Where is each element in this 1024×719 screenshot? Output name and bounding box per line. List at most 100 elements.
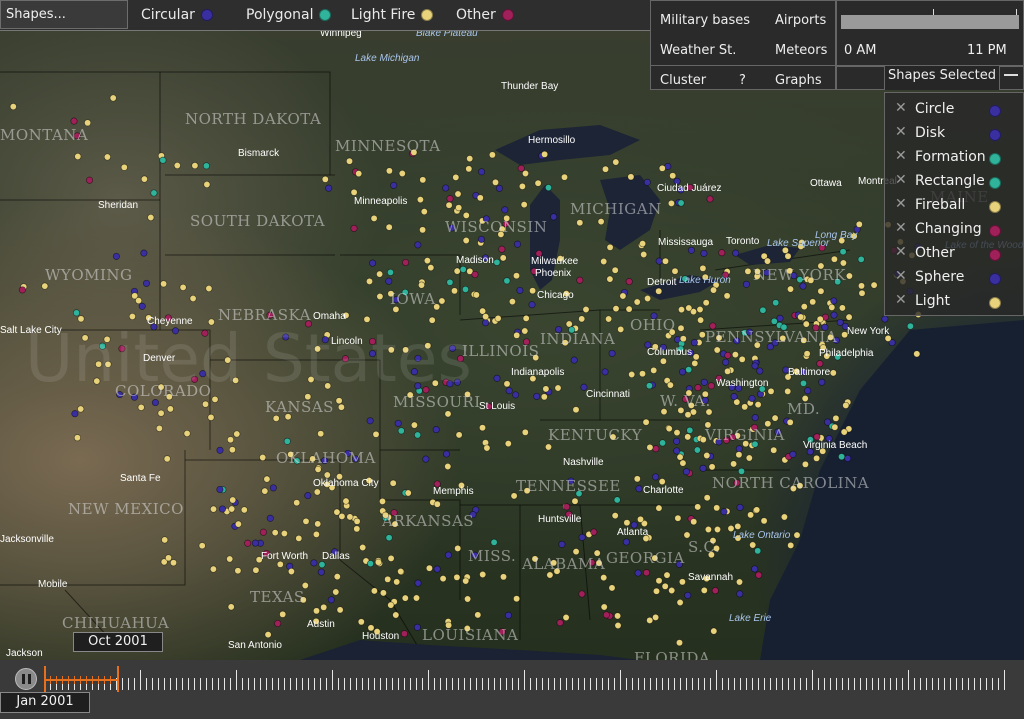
- sighting-marker[interactable]: [128, 312, 136, 321]
- sighting-marker[interactable]: [735, 451, 743, 459]
- sighting-marker[interactable]: [842, 401, 850, 409]
- sighting-marker[interactable]: [668, 586, 676, 595]
- sighting-marker[interactable]: [541, 150, 549, 158]
- sighting-marker[interactable]: [218, 505, 227, 513]
- sighting-marker[interactable]: [601, 368, 609, 376]
- sighting-marker[interactable]: [830, 255, 838, 263]
- sighting-marker[interactable]: [444, 410, 452, 418]
- sighting-marker[interactable]: [687, 349, 695, 357]
- sighting-marker[interactable]: [806, 448, 814, 456]
- remove-icon[interactable]: ✕: [895, 196, 907, 212]
- sighting-marker[interactable]: [337, 403, 345, 411]
- sighting-marker[interactable]: [531, 555, 539, 563]
- sighting-marker[interactable]: [600, 257, 608, 266]
- sighting-marker[interactable]: [352, 455, 360, 463]
- sighting-marker[interactable]: [282, 333, 290, 341]
- sighting-marker[interactable]: [600, 603, 608, 611]
- sighting-marker[interactable]: [870, 281, 878, 289]
- sighting-marker[interactable]: [696, 305, 704, 314]
- sighting-marker[interactable]: [817, 287, 825, 295]
- sighting-marker[interactable]: [370, 214, 378, 222]
- sighting-marker[interactable]: [269, 484, 277, 492]
- sighting-marker[interactable]: [819, 344, 827, 352]
- sighting-marker[interactable]: [477, 235, 485, 243]
- sighting-marker[interactable]: [684, 591, 692, 599]
- sighting-marker[interactable]: [735, 384, 743, 392]
- sighting-marker[interactable]: [522, 338, 531, 346]
- sighting-marker[interactable]: [381, 511, 390, 519]
- sighting-marker[interactable]: [433, 303, 441, 311]
- sighting-marker[interactable]: [784, 252, 792, 260]
- sighting-marker[interactable]: [160, 280, 168, 288]
- collapse-icon[interactable]: [1004, 74, 1018, 76]
- sighting-marker[interactable]: [737, 467, 746, 475]
- sighting-marker[interactable]: [157, 409, 165, 417]
- sighting-marker[interactable]: [333, 573, 341, 581]
- sighting-marker[interactable]: [709, 286, 718, 294]
- sighting-marker[interactable]: [753, 341, 761, 349]
- sighting-marker[interactable]: [331, 548, 339, 556]
- sighting-marker[interactable]: [419, 176, 427, 184]
- sighting-marker[interactable]: [832, 414, 840, 422]
- sighting-marker[interactable]: [130, 393, 139, 401]
- sighting-marker[interactable]: [469, 511, 477, 519]
- sighting-marker[interactable]: [433, 480, 441, 488]
- sighting-marker[interactable]: [321, 457, 329, 465]
- sighting-marker[interactable]: [602, 611, 610, 619]
- remove-icon[interactable]: ✕: [895, 148, 907, 164]
- sighting-marker[interactable]: [266, 514, 274, 522]
- sighting-marker[interactable]: [782, 366, 790, 374]
- sighting-marker[interactable]: [759, 306, 767, 314]
- sighting-marker[interactable]: [857, 282, 866, 290]
- sighting-marker[interactable]: [685, 366, 693, 374]
- sighting-marker[interactable]: [661, 582, 669, 590]
- sighting-marker[interactable]: [813, 454, 821, 462]
- sighting-marker[interactable]: [813, 433, 821, 441]
- sighting-marker[interactable]: [685, 304, 693, 312]
- shape-row-sphere[interactable]: ✕ Sphere: [885, 267, 1024, 291]
- sighting-marker[interactable]: [402, 346, 410, 354]
- sighting-marker[interactable]: [462, 211, 470, 219]
- sighting-marker[interactable]: [422, 455, 430, 463]
- sighting-marker[interactable]: [516, 286, 524, 294]
- sighting-marker[interactable]: [735, 445, 743, 453]
- sighting-marker[interactable]: [259, 528, 267, 536]
- sighting-marker[interactable]: [619, 292, 627, 300]
- sighting-marker[interactable]: [821, 323, 829, 331]
- sighting-marker[interactable]: [706, 195, 714, 203]
- shapes-selected-title[interactable]: Shapes Selected: [884, 66, 1000, 90]
- sighting-marker[interactable]: [755, 571, 763, 579]
- sighting-marker[interactable]: [424, 342, 432, 350]
- sighting-marker[interactable]: [562, 613, 570, 622]
- sighting-marker[interactable]: [419, 226, 427, 234]
- shapes-menu-button[interactable]: Shapes...: [0, 0, 128, 29]
- sighting-marker[interactable]: [611, 266, 619, 274]
- sighting-marker[interactable]: [438, 297, 446, 305]
- sighting-marker[interactable]: [834, 353, 842, 361]
- sighting-marker[interactable]: [414, 579, 422, 587]
- sighting-marker[interactable]: [753, 267, 762, 276]
- sighting-marker[interactable]: [735, 578, 744, 586]
- sighting-marker[interactable]: [728, 433, 737, 441]
- sighting-marker[interactable]: [666, 381, 674, 389]
- sighting-marker[interactable]: [749, 541, 757, 549]
- sighting-marker[interactable]: [433, 565, 441, 573]
- sighting-marker[interactable]: [189, 294, 197, 303]
- sighting-marker[interactable]: [528, 301, 536, 309]
- sighting-marker[interactable]: [572, 548, 580, 556]
- sighting-marker[interactable]: [385, 277, 393, 285]
- sighting-marker[interactable]: [499, 254, 507, 262]
- sighting-marker[interactable]: [701, 390, 709, 398]
- sighting-marker[interactable]: [756, 367, 764, 375]
- sighting-marker[interactable]: [512, 391, 520, 399]
- sighting-marker[interactable]: [544, 184, 553, 192]
- sighting-marker[interactable]: [410, 421, 418, 429]
- sighting-marker[interactable]: [694, 384, 702, 392]
- sighting-marker[interactable]: [104, 360, 112, 368]
- sighting-marker[interactable]: [41, 282, 49, 290]
- sighting-marker[interactable]: [582, 305, 590, 314]
- sighting-marker[interactable]: [800, 303, 808, 311]
- sighting-marker[interactable]: [161, 536, 169, 544]
- sighting-marker[interactable]: [595, 559, 603, 567]
- sighting-marker[interactable]: [414, 382, 422, 390]
